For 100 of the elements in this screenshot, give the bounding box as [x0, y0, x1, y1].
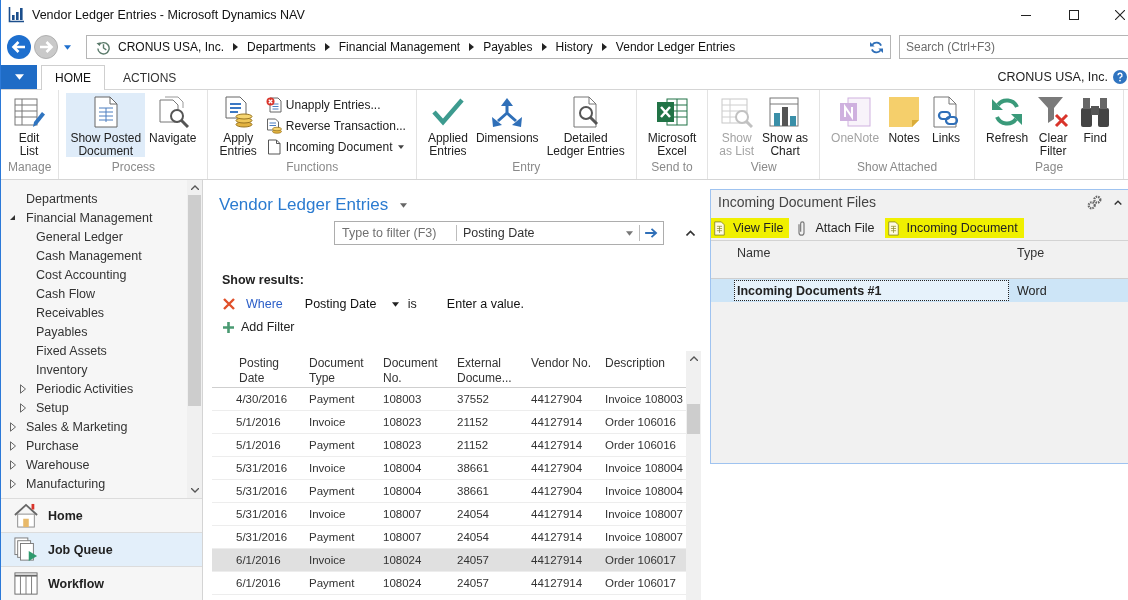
- scroll-down-icon[interactable]: [190, 488, 199, 493]
- nav-tree-item[interactable]: Cash Flow: [36, 286, 96, 301]
- add-filter-button[interactable]: Add Filter: [219, 319, 295, 335]
- ribbon-button[interactable]: Show as Chart: [758, 93, 813, 157]
- toolbar-button[interactable]: View File: [711, 218, 790, 238]
- ribbon-button[interactable]: Detailed Ledger Entries: [542, 93, 629, 157]
- remove-filter-icon[interactable]: [223, 298, 235, 310]
- ribbon-tab[interactable]: HOME: [41, 65, 105, 90]
- table-row[interactable]: 4/30/2016 Payment 108003 37552 44127904 Invoice 108003: [212, 388, 686, 411]
- column-header[interactable]: External Docume...: [454, 351, 528, 387]
- table-row[interactable]: 5/1/2016 Invoice 108023 21152 44127914 Order 106016: [212, 411, 686, 434]
- collapsed-arrow-icon[interactable]: [20, 402, 26, 413]
- breadcrumb-link[interactable]: History: [555, 40, 593, 54]
- ribbon-button[interactable]: Show Posted Document: [66, 93, 146, 157]
- collapse-caret-icon[interactable]: [1114, 199, 1122, 205]
- scroll-thumb[interactable]: [188, 195, 201, 406]
- scroll-thumb[interactable]: [687, 404, 700, 434]
- ribbon-button[interactable]: Microsoft Excel: [643, 93, 701, 157]
- ribbon-button[interactable]: Incoming Document: [262, 136, 409, 157]
- breadcrumb-link[interactable]: CRONUS USA, Inc.: [118, 40, 225, 54]
- nav-tree-item[interactable]: Sales & Marketing: [26, 419, 128, 434]
- filter-value-field[interactable]: Enter a value.: [446, 297, 647, 311]
- breadcrumb-link[interactable]: Departments: [247, 40, 316, 54]
- help-icon[interactable]: [1113, 69, 1127, 84]
- collapsed-arrow-icon[interactable]: [10, 440, 16, 451]
- nav-tree-item[interactable]: Warehouse: [26, 457, 90, 472]
- scrollbar[interactable]: [686, 351, 701, 600]
- nav-tree-item[interactable]: Manufacturing: [26, 476, 106, 491]
- filter-field[interactable]: Type to filter (F3): [335, 225, 457, 241]
- arrow-right-icon: [645, 228, 658, 238]
- address-bar[interactable]: CRONUS USA, Inc. Departments Financial Management Payables History Vendor Ledger Entries: [86, 35, 891, 59]
- toolbar-button[interactable]: Incoming Document: [884, 218, 1024, 238]
- table-row[interactable]: 6/1/2016 Invoice 108024 24057 44127914 Order 106017: [212, 549, 686, 572]
- toolbar-button[interactable]: Attach File: [793, 218, 881, 238]
- nav-tree-item[interactable]: Payables: [36, 324, 88, 339]
- table-row[interactable]: Incoming Documents #1 Word: [711, 279, 1128, 302]
- collapsed-arrow-icon[interactable]: [10, 459, 16, 470]
- breadcrumb-arrow-icon: [541, 43, 547, 51]
- filter-column-dropdown[interactable]: Posting Date: [457, 225, 640, 241]
- document-coins-icon: [222, 96, 255, 128]
- table-row[interactable]: 5/1/2016 Payment 108023 21152 44127914 Order 106016: [212, 434, 686, 457]
- collapsed-arrow-icon[interactable]: [20, 383, 26, 394]
- search-field[interactable]: Search (Ctrl+F3): [899, 35, 1128, 59]
- ribbon-button[interactable]: Dimensions: [471, 93, 543, 157]
- back-button[interactable]: [7, 35, 31, 59]
- ribbon-button[interactable]: Navigate: [145, 93, 201, 157]
- table-row[interactable]: 6/1/2016 Payment 108024 24057 44127914 Order 106017: [212, 572, 686, 595]
- column-header[interactable]: Posting Date: [212, 351, 306, 387]
- ribbon-button[interactable]: Find: [1074, 93, 1117, 157]
- table-row[interactable]: 5/31/2016 Invoice 108004 38661 44127904 Invoice 108004: [212, 457, 686, 480]
- nav-tree-item[interactable]: General Ledger: [36, 229, 123, 244]
- refresh-icon[interactable]: [870, 40, 883, 54]
- column-header[interactable]: Name: [737, 241, 1017, 278]
- ribbon-button[interactable]: Unapply Entries...: [262, 94, 409, 115]
- column-header[interactable]: Type: [1017, 241, 1128, 278]
- ribbon-button[interactable]: Reverse Transaction...: [262, 115, 409, 136]
- column-header[interactable]: Vendor No.: [528, 351, 602, 387]
- nav-tree-item[interactable]: Setup: [36, 400, 69, 415]
- table-row[interactable]: 5/31/2016 Payment 108004 38661 44127904 Invoice 108004: [212, 480, 686, 503]
- column-header[interactable]: Document No.: [380, 351, 454, 387]
- scrollbar[interactable]: [187, 180, 202, 498]
- ribbon-button[interactable]: Links: [925, 93, 968, 157]
- breadcrumb-link[interactable]: Financial Management: [338, 40, 461, 54]
- ribbon-button[interactable]: Notes: [883, 93, 926, 157]
- column-header[interactable]: Description: [602, 351, 676, 387]
- table-cell-text: 44127904: [530, 393, 584, 405]
- breadcrumb-link[interactable]: Vendor Ledger Entries: [615, 40, 736, 54]
- filter-field-dropdown[interactable]: Posting Date: [304, 297, 405, 311]
- nav-tree-item[interactable]: Purchase: [26, 438, 79, 453]
- ribbon-button[interactable]: Applied Entries: [423, 93, 472, 157]
- navigation-pane-button[interactable]: Workflow: [1, 566, 202, 600]
- collapsed-arrow-icon[interactable]: [10, 478, 16, 489]
- scroll-up-icon[interactable]: [190, 185, 199, 190]
- nav-tree-item[interactable]: Financial Management: [26, 210, 153, 225]
- nav-tree-item[interactable]: Cost Accounting: [36, 267, 127, 282]
- ribbon-button[interactable]: Refresh: [982, 93, 1033, 157]
- ribbon-button[interactable]: Apply Entries: [215, 93, 261, 157]
- collapse-caret-icon[interactable]: [686, 230, 695, 236]
- collapsed-arrow-icon[interactable]: [10, 421, 16, 432]
- nav-tree-item[interactable]: Cash Management: [36, 248, 142, 263]
- nav-tree-item[interactable]: Fixed Assets: [36, 343, 107, 358]
- ribbon-tab[interactable]: ACTIONS: [109, 65, 191, 90]
- nav-tree-item[interactable]: Departments: [26, 191, 98, 206]
- nav-tree-item[interactable]: Receivables: [36, 305, 105, 320]
- table-row[interactable]: 5/31/2016 Invoice 108007 24054 44127914 Invoice 108007: [212, 503, 686, 526]
- nav-tree-item[interactable]: Inventory: [36, 362, 88, 377]
- gears-icon[interactable]: [1087, 194, 1102, 210]
- app-menu-button[interactable]: [1, 65, 37, 89]
- nav-tree-item[interactable]: Periodic Activities: [36, 381, 134, 396]
- caret-down-icon[interactable]: [400, 202, 408, 208]
- table-cell-text: 5/31/2016: [235, 531, 289, 543]
- navigation-pane-button[interactable]: Job Queue: [1, 532, 202, 566]
- ribbon-button[interactable]: Clear Filter: [1032, 93, 1075, 157]
- expanded-arrow-icon[interactable]: [10, 215, 15, 220]
- column-header[interactable]: Document Type: [306, 351, 380, 387]
- ribbon-button[interactable]: Edit List: [8, 93, 50, 157]
- document-icon: [887, 220, 899, 236]
- where-link[interactable]: Where: [246, 297, 283, 311]
- scroll-up-icon[interactable]: [689, 356, 698, 361]
- breadcrumb-link[interactable]: Payables: [483, 40, 533, 54]
